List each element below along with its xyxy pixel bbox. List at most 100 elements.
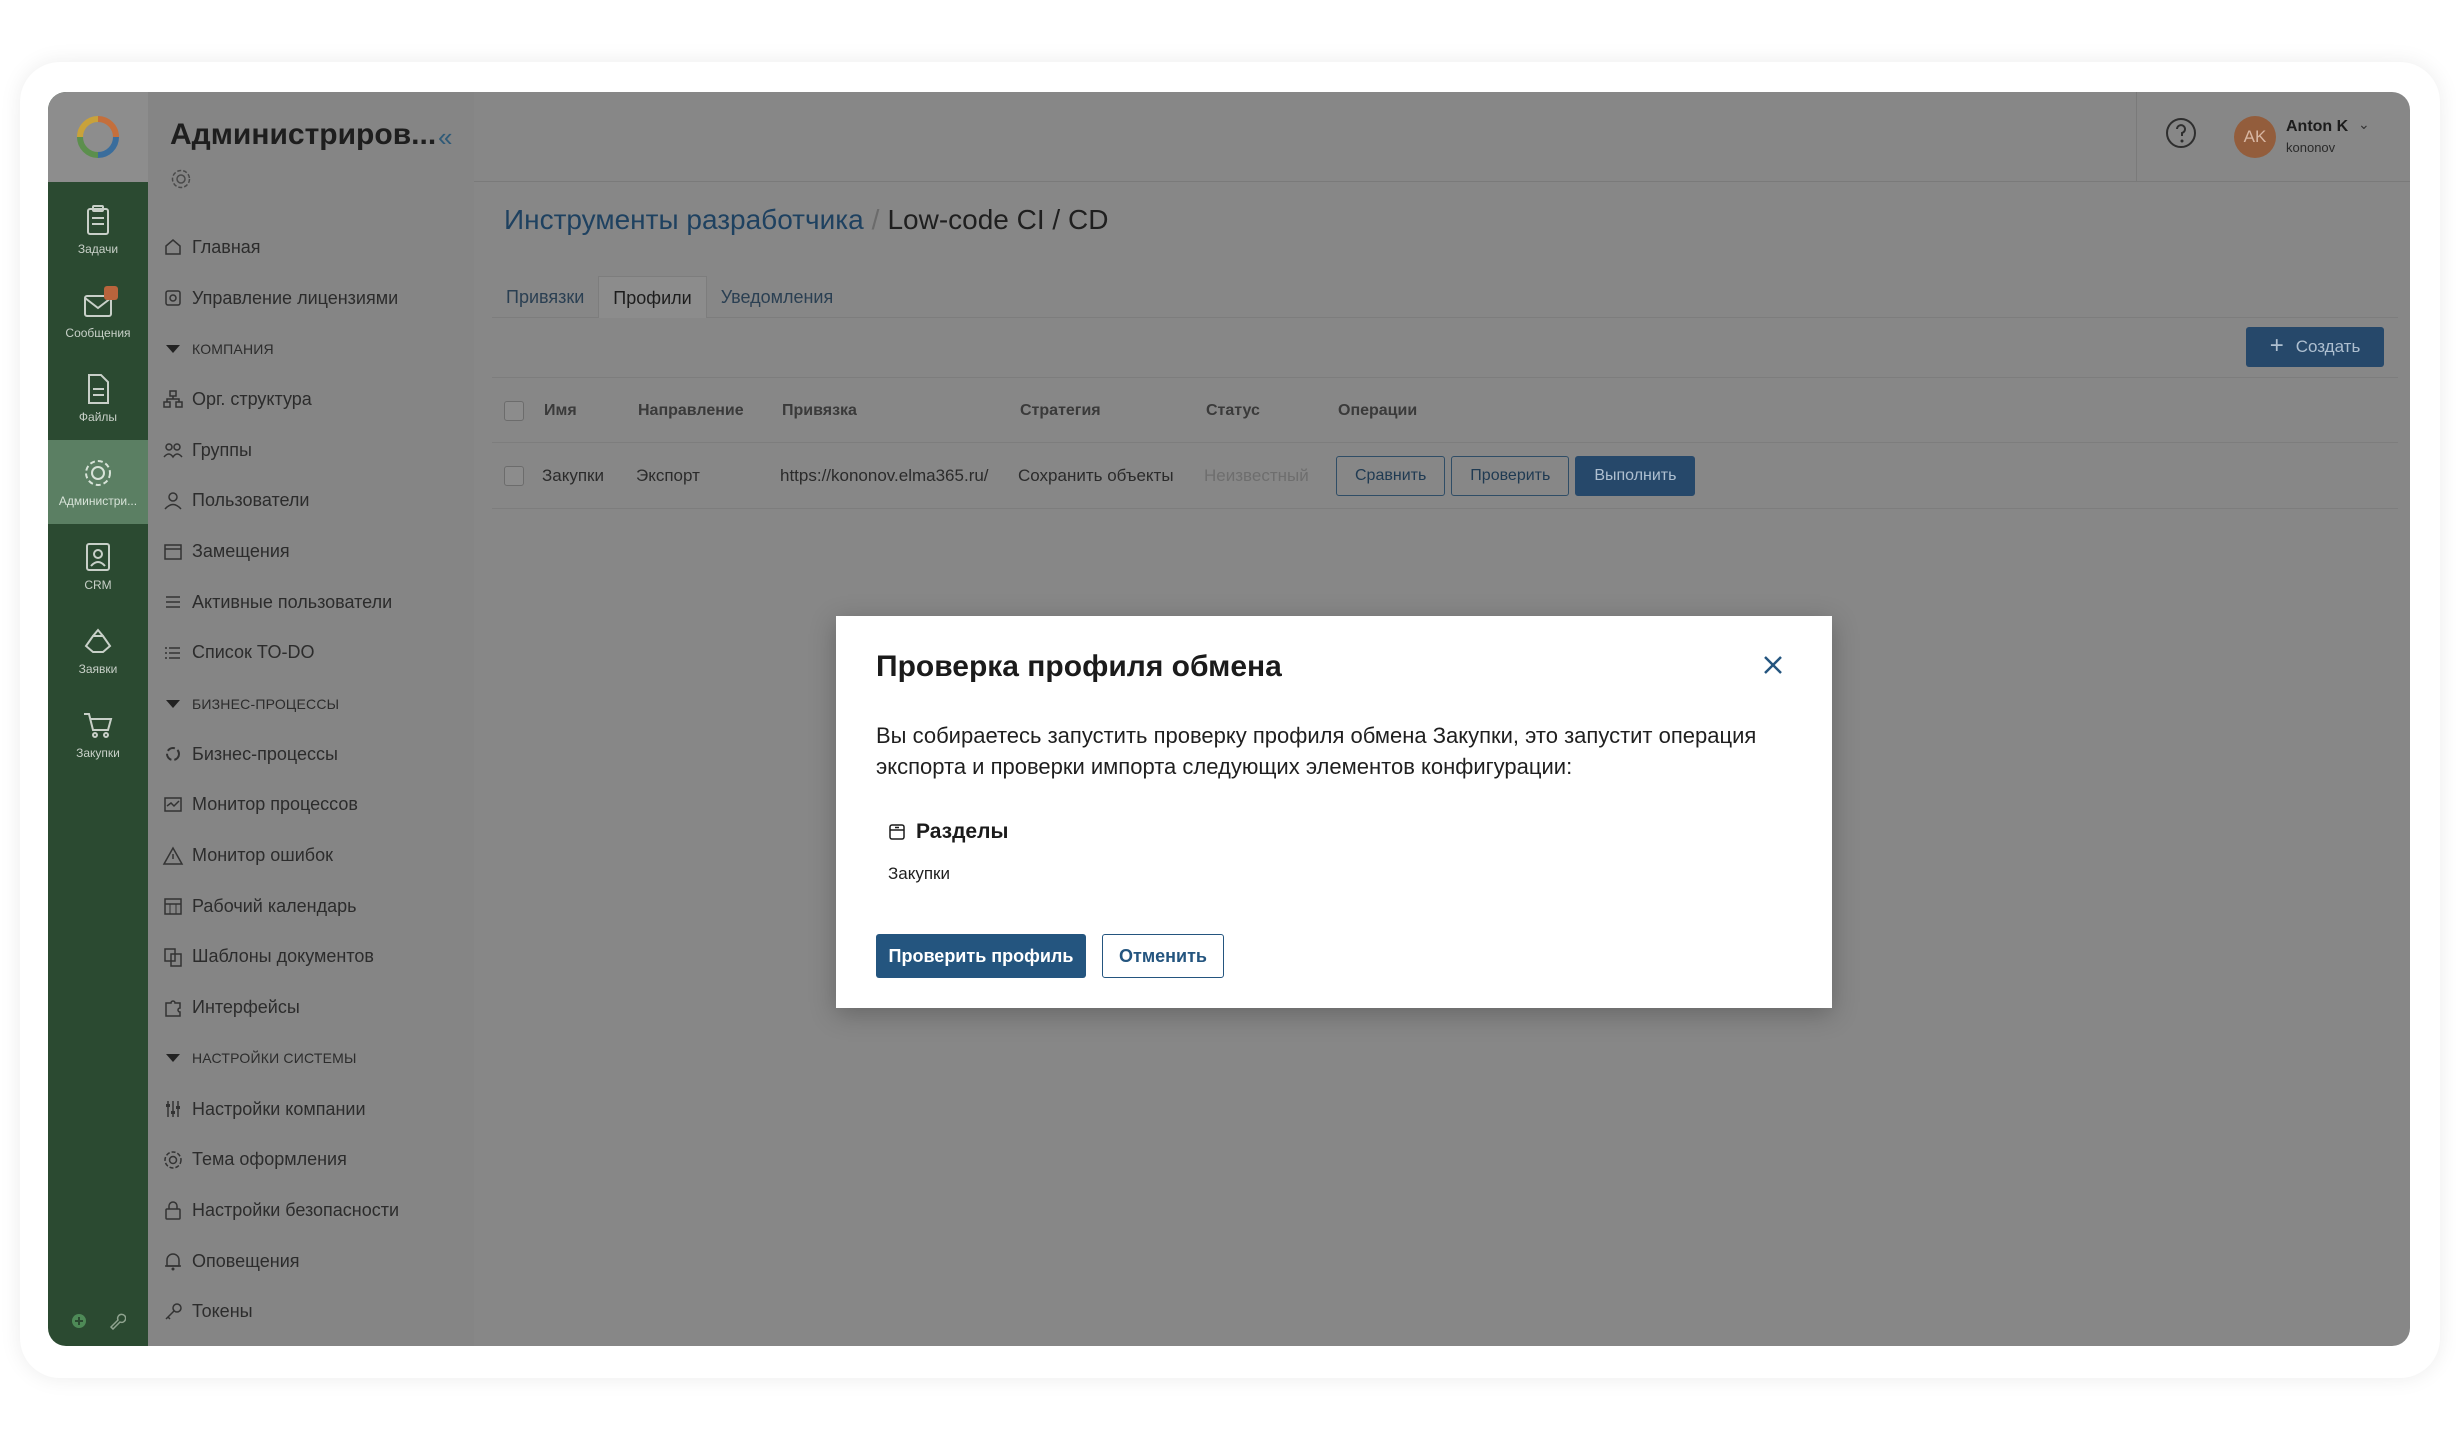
user-name[interactable]: Anton K	[2286, 118, 2348, 136]
rail-item-tasks[interactable]: Задачи	[48, 188, 148, 272]
nav-item-doc-templates[interactable]: Шаблоны документов	[148, 932, 458, 983]
add-circle-icon[interactable]	[71, 1313, 87, 1329]
crm-icon	[86, 543, 110, 571]
row-select-cell	[504, 443, 524, 509]
rail-label-requests: Заявки	[78, 662, 118, 676]
user-login: kononov	[2286, 140, 2336, 155]
nav-item-label: Шаблоны документов	[192, 946, 374, 967]
app-logo[interactable]	[48, 92, 148, 182]
help-icon[interactable]	[2164, 116, 2198, 155]
nav-section-business-processes[interactable]: БИЗНЕС-ПРОЦЕССЫ	[148, 678, 458, 729]
nav-item-label: Управление лицензиями	[192, 287, 399, 308]
key-icon	[165, 1303, 182, 1320]
nav-item-process-monitor[interactable]: Монитор процессов	[148, 780, 458, 831]
nav-item-work-calendar[interactable]: Рабочий календарь	[148, 881, 458, 932]
profile-name[interactable]: Закупки	[542, 443, 604, 509]
nav-item-users[interactable]: Пользователи	[148, 475, 458, 526]
nav-item-tokens[interactable]: Токены	[148, 1286, 458, 1337]
nav-section-system-settings[interactable]: НАСТРОЙКИ СИСТЕМЫ	[148, 1033, 458, 1084]
column-header[interactable]: Стратегия	[1020, 378, 1101, 444]
breadcrumb-separator: /	[871, 204, 880, 235]
column-header[interactable]: Привязка	[782, 378, 857, 444]
nav-item-business-processes[interactable]: Бизнес-процессы	[148, 729, 458, 780]
puzzle-icon	[165, 999, 181, 1017]
wrench-icon[interactable]	[108, 1312, 126, 1330]
nav-item-company-settings[interactable]: Настройки компании	[148, 1084, 458, 1135]
compare-button[interactable]: Сравнить	[1336, 456, 1446, 496]
tab-notifications[interactable]: Уведомления	[707, 276, 848, 318]
column-header[interactable]: Статус	[1206, 378, 1260, 444]
table-header: Имя Направление Привязка Стратегия Стату…	[492, 377, 2398, 443]
lock-icon	[165, 1201, 181, 1221]
chevron-down-icon[interactable]: ⌄	[2358, 116, 2370, 133]
breadcrumb-parent-link[interactable]: Инструменты разработчика	[504, 204, 864, 235]
rail-item-requests[interactable]: Заявки	[48, 608, 148, 692]
rail-item-files[interactable]: Файлы	[48, 356, 148, 440]
chevron-down-icon	[166, 699, 180, 708]
rail-item-messages[interactable]: Сообщения	[48, 272, 148, 356]
check-profile-button[interactable]: Проверить профиль	[876, 934, 1086, 978]
tab-profiles[interactable]: Профили	[598, 276, 707, 318]
close-icon[interactable]	[1760, 652, 1786, 683]
calendar-icon	[164, 544, 182, 561]
rail-item-admin[interactable]: Администри...	[48, 440, 148, 524]
column-header[interactable]: Имя	[544, 378, 577, 444]
nav-item-active-users[interactable]: Активные пользователи	[148, 577, 458, 628]
groups-icon	[163, 443, 183, 459]
nav-item-label: Список TO-DO	[192, 642, 315, 663]
collapse-panel-icon[interactable]: «	[438, 122, 452, 153]
home-icon	[165, 239, 181, 256]
nav-item-home[interactable]: Главная	[148, 222, 458, 273]
nav-item-error-monitor[interactable]: Монитор ошибок	[148, 830, 458, 881]
nav-item-todo[interactable]: Список TO-DO	[148, 628, 458, 679]
column-header: Операции	[1338, 402, 1418, 419]
warning-icon	[162, 846, 184, 865]
check-button[interactable]: Проверить	[1451, 456, 1570, 496]
column-header[interactable]: Направление	[638, 378, 744, 444]
rail-footer	[48, 1296, 148, 1346]
process-icon	[166, 747, 180, 762]
cancel-button[interactable]: Отменить	[1102, 934, 1224, 978]
archive-icon	[889, 824, 905, 840]
nav-item-notifications[interactable]: Оповещения	[148, 1236, 458, 1287]
files-icon	[88, 374, 109, 404]
rail-label-tasks: Задачи	[77, 242, 119, 256]
settings-gear-icon[interactable]	[170, 168, 192, 195]
select-all-cell	[504, 378, 524, 444]
select-all-checkbox[interactable]	[504, 401, 524, 421]
row-checkbox[interactable]	[504, 466, 524, 486]
nav-item-label: Замещения	[192, 540, 290, 561]
app-window: Задачи Сообщения Файлы Администри... CRM…	[48, 92, 2410, 1346]
tasks-icon	[87, 205, 109, 235]
tab-bindings[interactable]: Привязки	[492, 276, 598, 318]
avatar[interactable]: AK	[2234, 116, 2276, 158]
nav-item-org-structure[interactable]: Орг. структура	[148, 374, 458, 425]
nav-item-substitutions[interactable]: Замещения	[148, 526, 458, 577]
license-icon	[165, 290, 181, 306]
nav-item-label: Активные пользователи	[192, 591, 393, 612]
create-button[interactable]: + Создать	[2246, 327, 2384, 367]
monitor-icon	[164, 797, 182, 812]
tab-bar: Привязки Профили Уведомления	[492, 276, 2398, 318]
nav-item-security[interactable]: Настройки безопасности	[148, 1185, 458, 1236]
profile-binding: https://kononov.elma365.ru/	[780, 466, 989, 485]
table-row[interactable]: Закупки Экспорт https://kononov.elma365.…	[492, 443, 2398, 509]
nav-item-label: Настройки безопасности	[192, 1199, 400, 1220]
nav-item-licenses[interactable]: Управление лицензиями	[148, 273, 458, 324]
section-item: Закупки	[888, 864, 950, 883]
nav-item-theme[interactable]: Тема оформления	[148, 1134, 458, 1185]
rail-item-crm[interactable]: CRM	[48, 524, 148, 608]
sliders-icon	[166, 1101, 180, 1118]
rail-label-admin: Администри...	[58, 494, 138, 508]
document-template-icon	[164, 948, 182, 967]
nav-section-company[interactable]: КОМПАНИЯ	[148, 323, 458, 374]
nav-item-label: Пользователи	[192, 490, 310, 511]
nav-item-label: Главная	[192, 236, 261, 257]
nav-item-label: Монитор процессов	[192, 794, 358, 815]
nav-item-label: Группы	[192, 439, 252, 460]
rail-item-purchases[interactable]: Закупки	[48, 692, 148, 776]
execute-button[interactable]: Выполнить	[1575, 456, 1696, 496]
nav-item-interfaces[interactable]: Интерфейсы	[148, 982, 458, 1033]
nav-title: Администриров...	[170, 118, 437, 151]
nav-item-groups[interactable]: Группы	[148, 425, 458, 476]
